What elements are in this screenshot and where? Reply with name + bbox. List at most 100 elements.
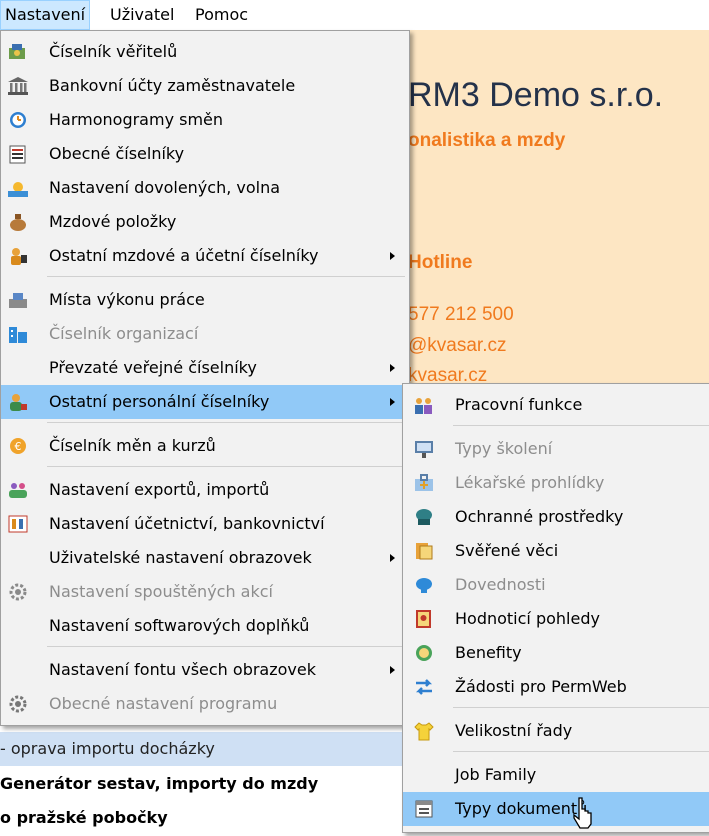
menu-item-label: Bankovní účty zaměstnavatele [49,76,296,95]
submenu-arrow-icon [390,398,395,406]
submenu-item-document-types[interactable]: Typy dokumentů [403,792,709,826]
menu-item-label: Ostatní personální číselníky [49,392,270,411]
menu-item-label: Místa výkonu práce [49,290,205,309]
svg-text:€: € [15,440,22,453]
menu-item-workplaces[interactable]: Místa výkonu práce [1,283,409,317]
menu-item-organizations[interactable]: Číselník organizací [1,317,409,351]
skills-icon [416,578,432,593]
submenu-item-permweb[interactable]: Žádosti pro PermWeb [403,670,709,704]
menu-item-label: Benefity [455,643,522,662]
company-name: RM3 Demo s.r.o. [408,76,664,114]
menu-item-label: Uživatelské nastavení obrazovek [49,548,312,567]
list-item[interactable]: o pražské pobočky [0,801,409,835]
menu-item-label: Ostatní mzdové a účetní číselníky [49,246,319,265]
list-item[interactable]: Generátor sestav, importy do mzdy [0,767,409,801]
menu-item-payroll-codelists[interactable]: Ostatní mzdové a účetní číselníky [1,239,409,273]
menu-item-wage-items[interactable]: Mzdové položky [1,205,409,239]
protective-gear-icon [416,509,432,525]
menu-item-label: Obecné nastavení programu [49,694,278,713]
menu-item-bank-accounts[interactable]: Bankovní účty zaměstnavatele [1,69,409,103]
workplace-icon [9,293,27,308]
menu-item-label: Ochranné prostředky [455,507,624,526]
menu-item-label: Harmonogramy směn [49,110,224,129]
exchange-arrows-icon [415,679,433,695]
vacation-icon [8,182,28,197]
menu-bar: Nastavení Uživatel Pomoc [0,0,709,30]
menu-item-label: Hodnoticí pohledy [455,609,600,628]
menu-item-public-codelists[interactable]: Převzaté veřejné číselníky [1,351,409,385]
submenu-item-skills[interactable]: Dovednosti [403,568,709,602]
menu-item-label: Číselník věřitelů [49,42,178,61]
menu-item-label: Obecné číselníky [49,144,185,163]
shirt-icon [414,722,434,741]
menu-item-software-addons[interactable]: Nastavení softwarových doplňků [1,609,409,643]
shift-schedule-icon [10,112,26,128]
menu-item-label: Velikostní řady [455,721,573,740]
evaluation-icon [416,610,431,628]
menu-uzivatel[interactable]: Uživatel [106,0,178,30]
menu-pomoc[interactable]: Pomoc [191,0,252,30]
menu-item-label: Nastavení fontu všech obrazovek [49,660,316,679]
submenu-arrow-icon [390,666,395,674]
payroll-codelist-icon [11,248,27,265]
submenu-item-training[interactable]: Typy školení [403,432,709,466]
mouse-pointer-icon [573,797,592,829]
submenu-item-job-functions[interactable]: Pracovní funkce [403,388,709,422]
document-types-icon [415,800,433,818]
medical-kit-icon [415,474,433,491]
organization-icon [9,327,27,343]
submenu-item-protective[interactable]: Ochranné prostředky [403,500,709,534]
menu-item-currencies[interactable]: € Číselník měn a kurzů [1,429,409,463]
hotline-email[interactable]: @kvasar.cz [408,335,506,357]
menu-item-label: Převzaté veřejné číselníky [49,358,257,377]
menu-divider [453,425,709,426]
bank-icon [8,77,28,95]
export-import-icon [9,483,27,498]
menu-item-label: Nastavení účetnictví, bankovnictví [49,514,325,533]
menu-item-shift-schedules[interactable]: Harmonogramy směn [1,103,409,137]
list-item[interactable]: - oprava importu docházky [0,732,409,766]
menu-item-label: Dovednosti [455,575,546,594]
menu-item-label: Nastavení softwarových doplňků [49,616,310,635]
menu-item-creditors[interactable]: Číselník věřitelů [1,35,409,69]
menu-item-general-settings[interactable]: Obecné nastavení programu [1,687,409,721]
submenu-item-entrusted[interactable]: Svěřené věci [403,534,709,568]
entrusted-items-icon [416,543,433,560]
menu-item-label: Nastavení spouštěných akcí [49,582,273,601]
creditors-icon [9,44,25,59]
menu-item-label: Svěřené věci [455,541,559,560]
menu-item-label: Lékařské prohlídky [455,473,605,492]
submenu-arrow-icon [390,364,395,372]
menu-item-vacation[interactable]: Nastavení dovolených, volna [1,171,409,205]
submenu-item-medical[interactable]: Lékařské prohlídky [403,466,709,500]
menu-item-label: Číselník měn a kurzů [49,436,216,455]
personnel-submenu: Pracovní funkce Typy školení Lékařské pr… [402,383,709,833]
accounting-icon [8,515,28,533]
menu-divider [47,422,405,423]
hotline-phone: 577 212 500 [408,304,514,325]
menu-item-general-codelists[interactable]: Obecné číselníky [1,137,409,171]
submenu-item-evaluation[interactable]: Hodnoticí pohledy [403,602,709,636]
menu-item-label: Pracovní funkce [455,395,583,414]
menu-item-screen-settings[interactable]: Uživatelské nastavení obrazovek [1,541,409,575]
menu-nastaveni[interactable]: Nastavení [0,0,91,30]
training-icon [415,441,433,458]
actions-gear-icon [9,583,27,601]
menu-item-label: Žádosti pro PermWeb [455,677,627,696]
submenu-arrow-icon [390,252,395,260]
submenu-item-size-series[interactable]: Velikostní řady [403,714,709,748]
menu-item-export-import[interactable]: Nastavení exportů, importů [1,473,409,507]
submenu-item-benefits[interactable]: Benefity [403,636,709,670]
menu-item-accounting[interactable]: Nastavení účetnictví, bankovnictví [1,507,409,541]
menu-item-label: Nastavení exportů, importů [49,480,270,499]
submenu-item-job-family[interactable]: Job Family [403,758,709,792]
menu-divider [47,276,405,277]
hotline-heading: Hotline [408,252,473,273]
personnel-icon [10,394,27,411]
menu-divider [453,707,709,708]
menu-item-font-settings[interactable]: Nastavení fontu všech obrazovek [1,653,409,687]
menu-item-actions[interactable]: Nastavení spouštěných akcí [1,575,409,609]
menu-item-personnel-codelists[interactable]: Ostatní personální číselníky [1,385,409,419]
settings-menu: Číselník věřitelů Bankovní účty zaměstna… [0,30,410,726]
menu-item-label: Typy školení [455,439,553,458]
